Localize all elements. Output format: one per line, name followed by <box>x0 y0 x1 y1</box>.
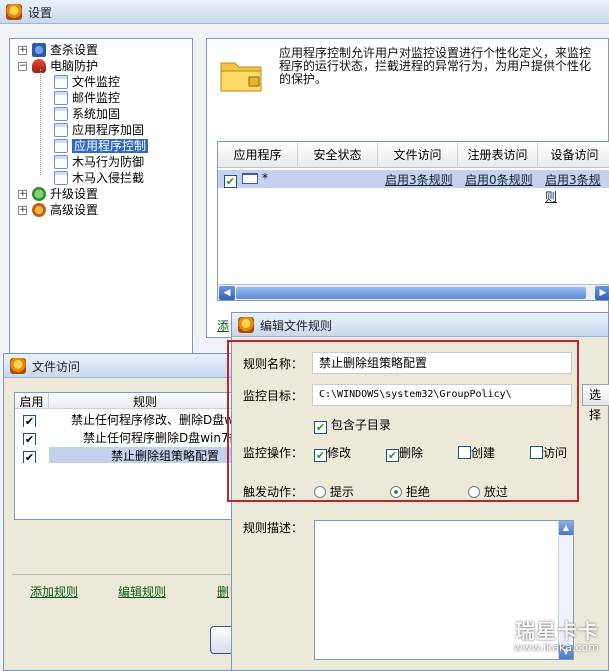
document-icon <box>54 123 68 137</box>
document-icon <box>54 139 68 153</box>
tree-item-app-hardening[interactable]: 应用程序加固 <box>54 122 144 138</box>
tree-item-label: 文件监控 <box>72 75 121 89</box>
document-icon <box>54 171 68 185</box>
browse-button[interactable]: 选择 <box>582 384 609 422</box>
column-header[interactable]: 应用程序 <box>218 142 298 168</box>
tree-item-label: 木马入侵拦截 <box>72 171 145 185</box>
tree-item-label: 高级设置 <box>50 203 99 217</box>
horizontal-scrollbar[interactable]: ◀ ▶ <box>218 284 609 300</box>
tree-item-app-control[interactable]: 应用程序控制 <box>54 138 149 154</box>
expand-icon[interactable]: + <box>18 46 27 55</box>
upgrade-globe-icon <box>32 187 46 201</box>
edit-dialog-titlebar: 编辑文件规则 <box>232 313 608 337</box>
app-rules-table[interactable]: 应用程序 安全状态 文件访问 注册表访问 设备访问 ✔ * 启用3条规则 启用0… <box>217 141 609 301</box>
file-dialog-titlebar: 文件访问 <box>4 354 242 378</box>
rule-label: 禁止删除组策略配置 <box>111 449 220 463</box>
add-rule-link[interactable]: 添加规则 <box>30 583 78 600</box>
scroll-thumb[interactable] <box>236 287 586 299</box>
device-access-link[interactable]: 启用3条规则 <box>545 171 609 205</box>
list-header: 启用 规则 <box>15 393 239 409</box>
tree-item-label: 升级设置 <box>50 187 99 201</box>
column-header[interactable]: 注册表访问 <box>458 142 538 168</box>
delete-rule-link[interactable]: 删 <box>217 583 229 600</box>
watermark-brand: 瑞星卡卡 <box>515 619 599 643</box>
scroll-up-icon[interactable]: ▲ <box>559 521 573 535</box>
settings-tree[interactable]: + 查杀设置 − 电脑防护 文件监控 邮件监控 系统加固 应用程序加固 应用程序… <box>9 38 193 378</box>
app-name: * <box>262 171 268 185</box>
desc-label: 规则描述： <box>243 521 304 535</box>
tree-item-label: 系统加固 <box>72 107 121 121</box>
highlight-annotation-box <box>227 340 579 502</box>
tree-item-trojan-intrusion[interactable]: 木马入侵拦截 <box>54 170 144 186</box>
document-icon <box>54 107 68 121</box>
tree-item-label: 应用程序控制 <box>72 139 149 153</box>
tree-item-label: 应用程序加固 <box>72 123 145 137</box>
list-item[interactable]: ✔ 禁止任何程序删除D盘win7备 <box>15 429 241 445</box>
scroll-right-icon[interactable]: ▶ <box>595 286 609 300</box>
enable-checkbox[interactable]: ✔ <box>23 433 36 445</box>
panel-description: 应用程序控制允许用户对监控设置进行个性化定义，来监控程序的运行状态，拦截进程的异… <box>279 46 592 86</box>
tree-item-label: 查杀设置 <box>50 43 99 57</box>
gear-icon <box>32 203 46 217</box>
list-item[interactable]: ✔ 禁止删除组策略配置 <box>15 447 241 463</box>
scroll-left-icon[interactable]: ◀ <box>219 286 235 300</box>
file-access-dialog: 文件访问 启用 规则 ✔ 禁止任何程序修改、删除D盘w ✔ 禁止任何程序删除D盘… <box>3 353 250 671</box>
tree-item-mail-monitor[interactable]: 邮件监控 <box>54 90 120 106</box>
rule-label: 禁止任何程序修改、删除D盘w <box>71 413 235 427</box>
column-header[interactable]: 设备访问 <box>538 142 609 168</box>
table-header: 应用程序 安全状态 文件访问 注册表访问 设备访问 <box>218 142 609 168</box>
watermark-url: www.ikaka.com <box>513 641 599 654</box>
shield-icon <box>32 59 46 73</box>
settings-titlebar: 设置 <box>0 0 609 24</box>
app-control-panel: 应用程序控制允许用户对监控设置进行个性化定义，来监控程序的运行状态，拦截进程的异… <box>206 38 609 338</box>
add-link[interactable]: 添 <box>217 317 229 334</box>
expand-icon[interactable]: + <box>18 206 27 215</box>
column-header[interactable]: 文件访问 <box>378 142 458 168</box>
window-title: 设置 <box>28 6 53 20</box>
enable-checkbox[interactable]: ✔ <box>23 451 36 463</box>
rising-logo-icon <box>10 358 26 374</box>
rule-label: 禁止任何程序删除D盘win7备 <box>83 431 241 445</box>
dialog-title: 文件访问 <box>32 360 81 374</box>
column-header[interactable]: 规则 <box>49 393 241 409</box>
folder-lock-icon <box>220 62 262 92</box>
app-window-icon <box>242 173 258 184</box>
enable-checkbox[interactable]: ✔ <box>23 415 36 427</box>
dialog-title: 编辑文件规则 <box>260 319 333 333</box>
tree-item-file-monitor[interactable]: 文件监控 <box>54 74 120 90</box>
document-icon <box>54 91 68 105</box>
rising-logo-icon <box>238 317 254 333</box>
column-header[interactable]: 启用 <box>15 393 49 409</box>
file-access-link[interactable]: 启用3条规则 <box>385 171 453 188</box>
tree-guide-line <box>40 69 41 175</box>
list-item[interactable]: ✔ 禁止任何程序修改、删除D盘w <box>15 411 241 427</box>
expand-icon[interactable]: + <box>18 190 27 199</box>
table-row[interactable]: ✔ * 启用3条规则 启用0条规则 启用3条规则 <box>218 170 609 204</box>
watermark: 瑞星卡卡 www.ikaka.com <box>469 615 599 659</box>
tree-item-trojan-behavior[interactable]: 木马行为防御 <box>54 154 144 170</box>
edit-rule-link[interactable]: 编辑规则 <box>118 583 166 600</box>
enable-checkbox[interactable]: ✔ <box>224 175 237 188</box>
column-header[interactable]: 安全状态 <box>298 142 378 168</box>
tree-item-label: 木马行为防御 <box>72 155 145 169</box>
file-rules-list[interactable]: 启用 规则 ✔ 禁止任何程序修改、删除D盘w ✔ 禁止任何程序删除D盘win7备… <box>14 392 241 520</box>
divider <box>12 574 240 575</box>
tree-item-system-hardening[interactable]: 系统加固 <box>54 106 120 122</box>
document-icon <box>54 75 68 89</box>
tree-item-label: 邮件监控 <box>72 91 121 105</box>
rising-logo-icon <box>6 4 22 20</box>
tree-item-label: 电脑防护 <box>50 59 99 73</box>
magnifier-icon <box>32 43 46 57</box>
collapse-icon[interactable]: − <box>18 62 27 71</box>
registry-access-link[interactable]: 启用0条规则 <box>465 171 533 188</box>
document-icon <box>54 155 68 169</box>
